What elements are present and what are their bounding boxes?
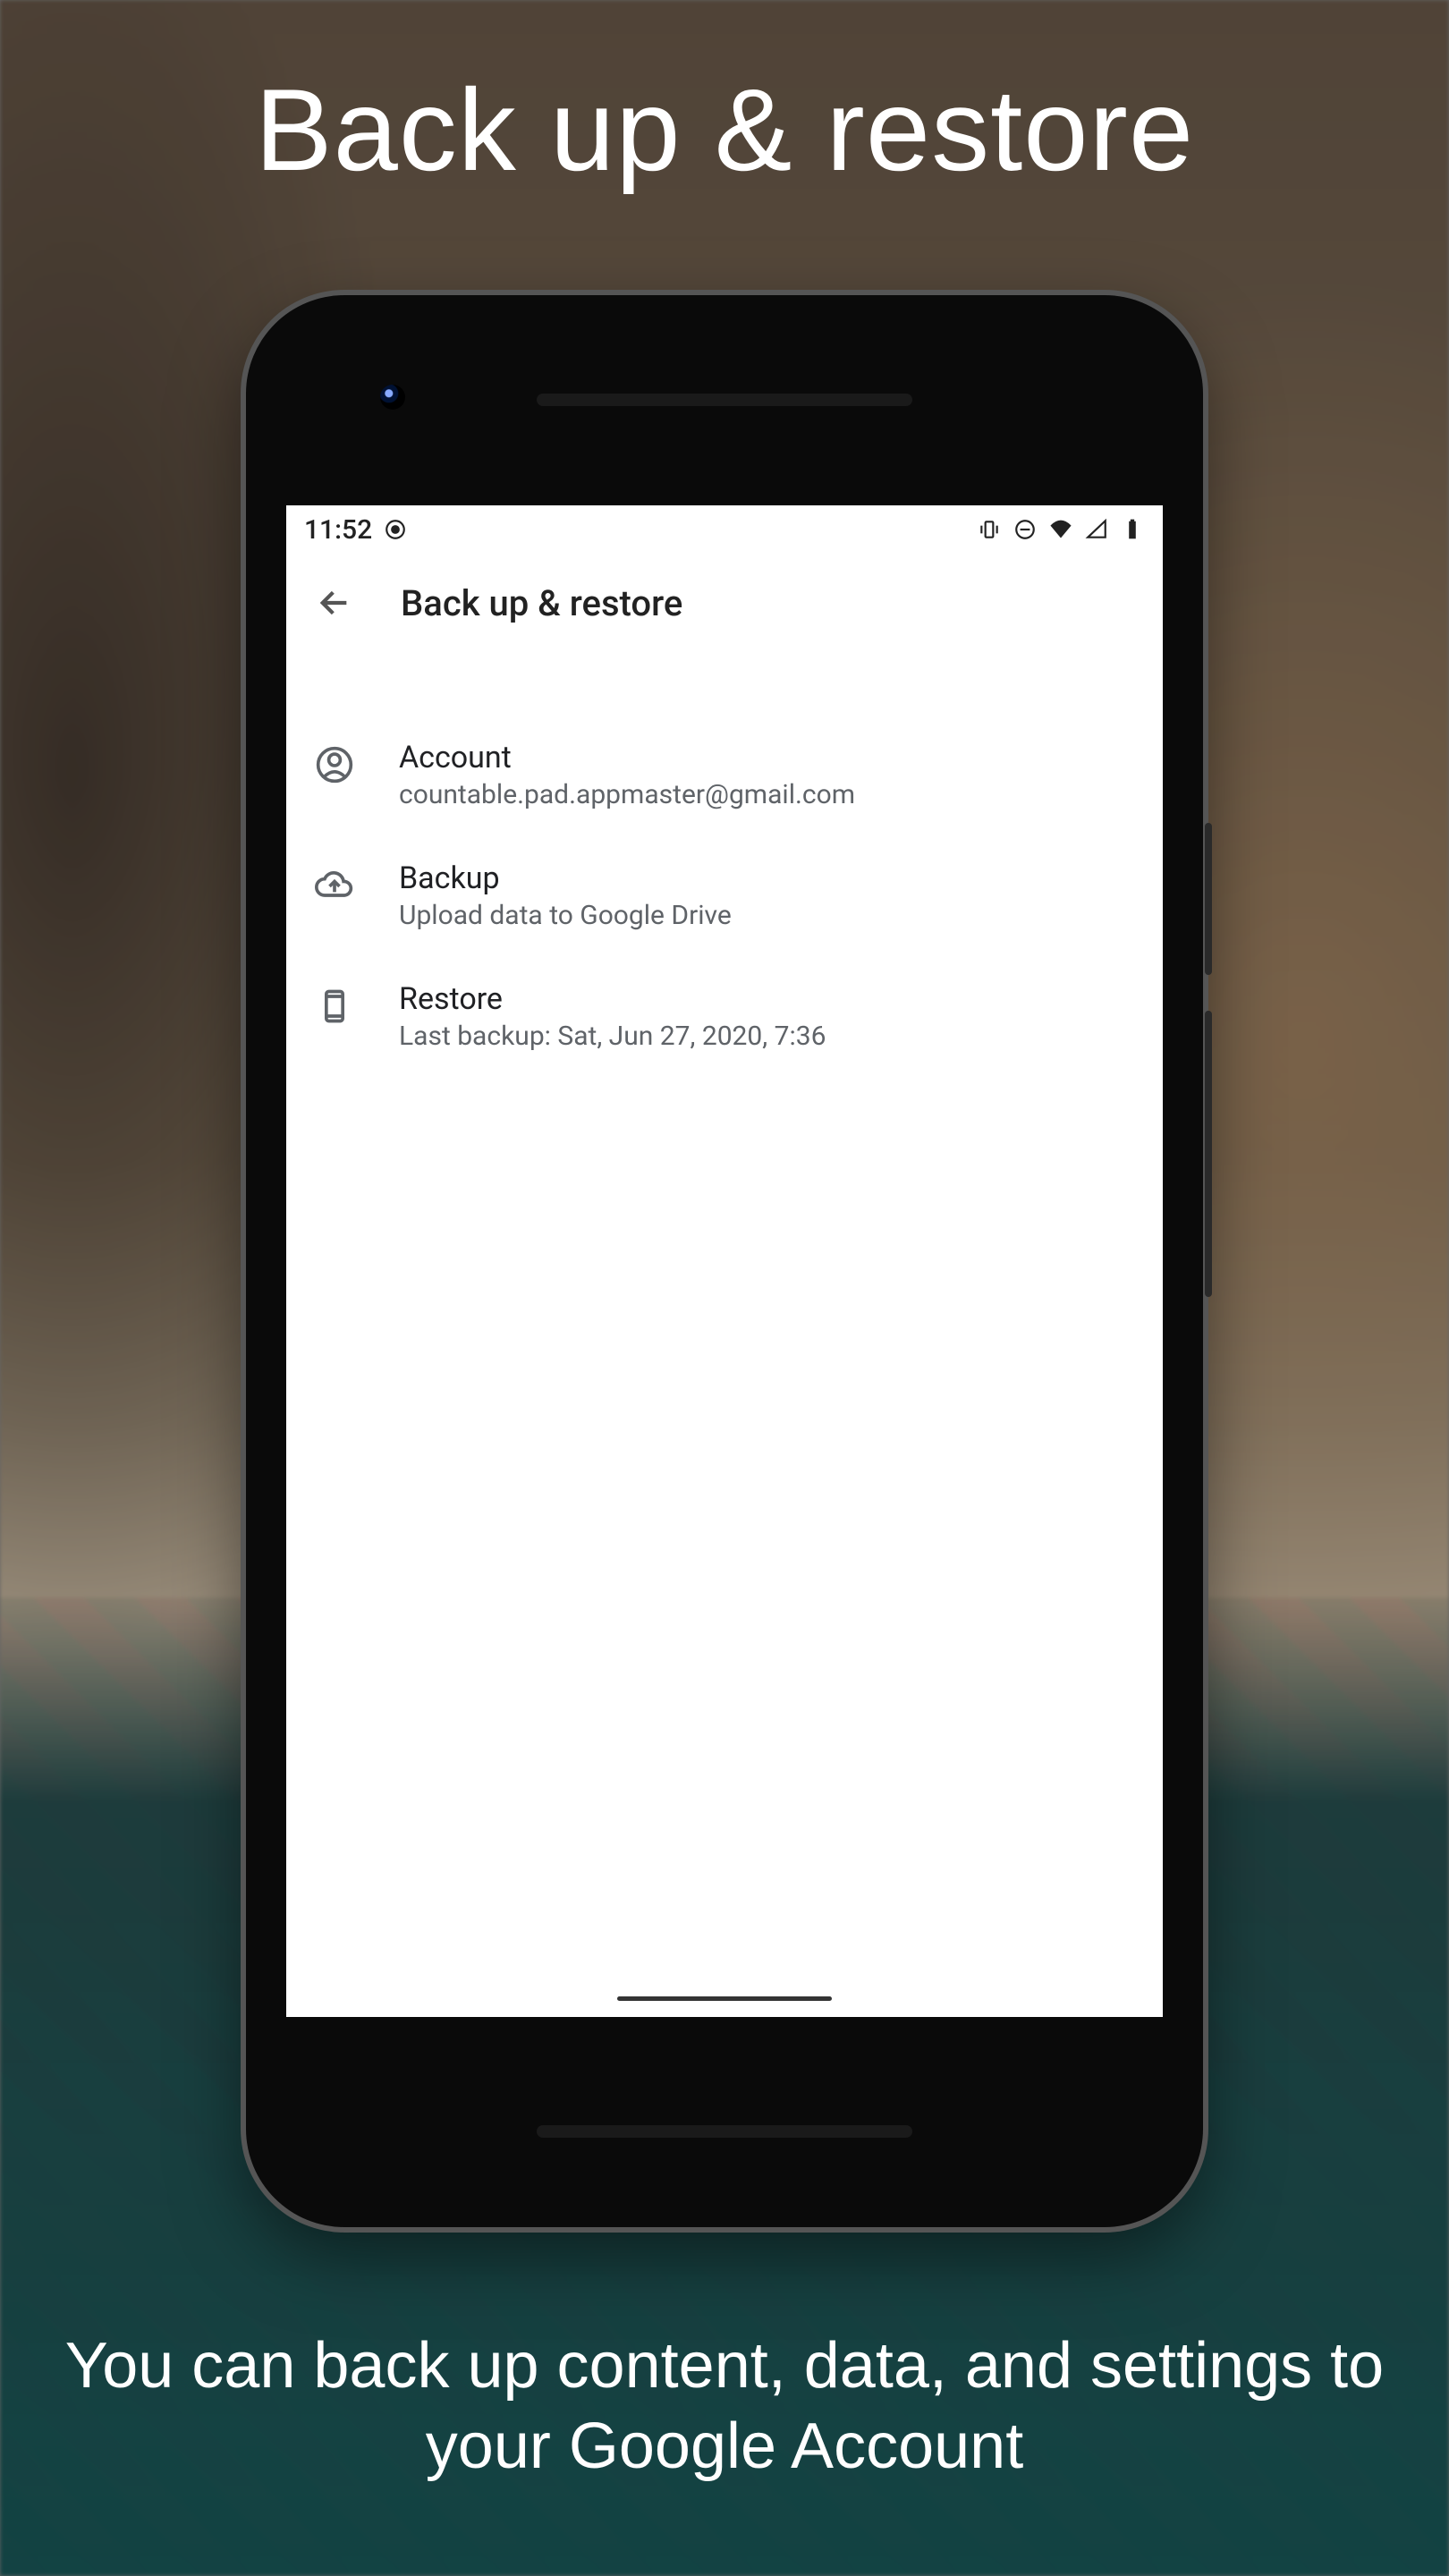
do-not-disturb-icon (1013, 517, 1038, 542)
restore-setting-row[interactable]: Restore Last backup: Sat, Jun 27, 2020, … (286, 956, 1163, 1077)
phone-device-frame: 11:52 (246, 295, 1203, 2227)
promo-title: Back up & restore (0, 63, 1449, 197)
account-title: Account (399, 740, 1136, 775)
promo-subtitle: You can back up content, data, and setti… (54, 2326, 1395, 2487)
phone-camera (380, 385, 405, 410)
phone-icon (313, 985, 356, 1028)
backup-setting-row[interactable]: Backup Upload data to Google Drive (286, 835, 1163, 956)
arrow-left-icon (317, 585, 352, 621)
account-subtitle: countable.pad.appmaster@gmail.com (399, 779, 1136, 810)
backup-subtitle: Upload data to Google Drive (399, 900, 1136, 931)
page-title: Back up & restore (401, 582, 682, 624)
settings-list: Account countable.pad.appmaster@gmail.co… (286, 652, 1163, 1077)
back-button[interactable] (313, 581, 356, 624)
account-icon (313, 743, 356, 786)
phone-screen: 11:52 (286, 505, 1163, 2017)
restore-title: Restore (399, 981, 1136, 1017)
app-bar: Back up & restore (286, 554, 1163, 652)
account-setting-row[interactable]: Account countable.pad.appmaster@gmail.co… (286, 715, 1163, 835)
vibrate-icon (977, 517, 1002, 542)
signal-icon (1084, 517, 1109, 542)
cloud-upload-icon (313, 864, 356, 907)
phone-speaker (537, 2125, 912, 2138)
phone-side-button (1205, 823, 1212, 975)
restore-subtitle: Last backup: Sat, Jun 27, 2020, 7:36 (399, 1021, 1136, 1052)
battery-icon (1120, 517, 1145, 542)
status-bar: 11:52 (286, 505, 1163, 554)
navigation-handle[interactable] (617, 1996, 832, 2001)
phone-side-button (1205, 1011, 1212, 1297)
wifi-icon (1048, 517, 1073, 542)
backup-title: Backup (399, 860, 1136, 896)
status-time: 11:52 (304, 514, 372, 546)
dnd-icon (383, 517, 408, 542)
